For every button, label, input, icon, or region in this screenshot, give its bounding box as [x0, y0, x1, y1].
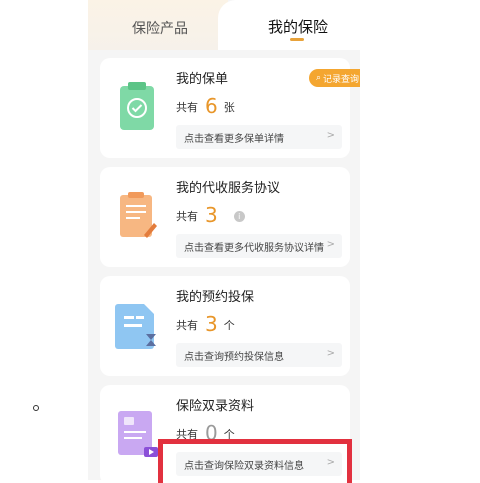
view-policy-details-link[interactable]: 点击查看更多保单详情 > — [176, 125, 342, 149]
record-query-label: 记录查询 — [323, 74, 360, 85]
tab-insurance-products[interactable]: 保险产品 — [88, 0, 228, 50]
link-label: 点击查询预约投保信息 — [184, 352, 284, 363]
card-reserved-insurance[interactable]: 我的预约投保 共有 3 个 点击查询预约投保信息 > — [100, 276, 350, 376]
agreement-document-icon — [120, 192, 157, 238]
chevron-right-icon: > — [326, 239, 335, 250]
stray-dot — [33, 405, 39, 411]
link-label: 点击查看更多保单详情 — [184, 134, 284, 145]
count-value: 3 — [205, 312, 218, 336]
chevron-right-icon: > — [326, 130, 335, 141]
count-unit: 张 — [223, 101, 235, 114]
card-title: 我的代收服务协议 — [176, 181, 281, 196]
count-value: 6 — [205, 94, 218, 118]
policy-count: 共有 6 张 — [176, 92, 235, 118]
tab-my-insurance[interactable]: 我的保险 — [218, 0, 360, 50]
card-my-policies[interactable]: 我的保单 共有 6 张 点击查看更多保单详情 > ⌕ 记录查询 — [100, 58, 360, 158]
tab-label: 保险产品 — [132, 21, 188, 37]
view-agreement-details-link[interactable]: 点击查看更多代收服务协议详情 > — [176, 234, 342, 258]
highlight-annotation-box — [158, 439, 352, 483]
chevron-right-icon: > — [326, 348, 335, 359]
count-prefix: 共有 — [176, 319, 198, 332]
count-prefix: 共有 — [176, 210, 198, 223]
card-collection-agreements[interactable]: 我的代收服务协议 共有 3 i 点击查看更多代收服务协议详情 > — [100, 167, 350, 267]
tab-bar: 保险产品 我的保险 — [88, 0, 360, 50]
active-tab-indicator — [290, 38, 304, 41]
record-query-button[interactable]: ⌕ 记录查询 — [309, 69, 360, 87]
count-unit: 个 — [223, 319, 235, 332]
video-record-icon — [118, 411, 158, 457]
reservation-count: 共有 3 个 — [176, 310, 235, 336]
link-label: 点击查看更多代收服务协议详情 — [184, 243, 324, 254]
search-icon: ⌕ — [315, 73, 322, 83]
count-prefix: 共有 — [176, 101, 198, 114]
query-reservation-link[interactable]: 点击查询预约投保信息 > — [176, 343, 342, 367]
agreement-count: 共有 3 i — [176, 201, 245, 227]
policy-clipboard-icon — [120, 82, 154, 130]
card-title: 保险双录资料 — [176, 399, 255, 414]
count-value: 3 — [205, 203, 218, 227]
info-icon[interactable]: i — [233, 211, 245, 222]
reservation-icon — [115, 304, 156, 349]
my-insurance-page: 保险产品 我的保险 我的保单 共有 6 张 点击查看更多保单详情 > ⌕ 记录查… — [88, 0, 360, 480]
card-title: 我的保单 — [176, 72, 229, 87]
tab-label: 我的保险 — [268, 18, 329, 36]
card-title: 我的预约投保 — [176, 290, 255, 305]
